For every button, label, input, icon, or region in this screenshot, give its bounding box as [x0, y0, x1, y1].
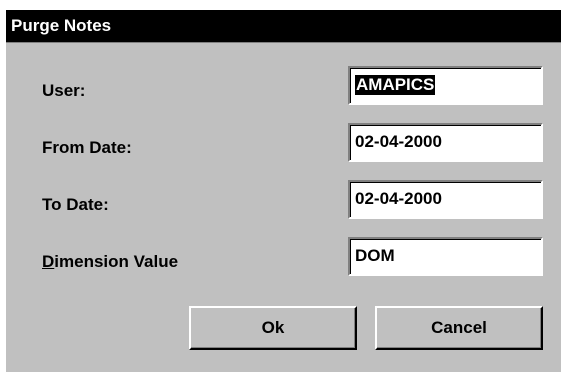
dimension-value-mnemonic: D: [42, 252, 55, 271]
ok-button[interactable]: Ok: [189, 306, 357, 350]
to-date-label: To Date:: [42, 195, 109, 214]
dialog-title: Purge Notes: [11, 16, 112, 35]
dimension-value-label: Dimension Value: [42, 252, 178, 272]
to-date-value: 02-04-2000: [355, 189, 442, 208]
purge-notes-dialog: Purge Notes User: AMAPICS From Date: 02-…: [6, 10, 561, 372]
dimension-value-field[interactable]: DOM: [348, 237, 543, 276]
dimension-value-label-rest: imension Value: [54, 252, 179, 271]
user-value: AMAPICS: [355, 75, 436, 95]
user-label: User:: [42, 81, 86, 100]
dimension-value-value: DOM: [355, 246, 395, 265]
from-date-label: From Date:: [42, 138, 132, 157]
from-date-field[interactable]: 02-04-2000: [348, 123, 543, 162]
title-bar[interactable]: Purge Notes: [6, 10, 561, 43]
to-date-field[interactable]: 02-04-2000: [348, 180, 543, 219]
from-date-value: 02-04-2000: [355, 132, 442, 151]
cancel-button[interactable]: Cancel: [375, 306, 543, 350]
user-field[interactable]: AMAPICS: [348, 66, 543, 105]
